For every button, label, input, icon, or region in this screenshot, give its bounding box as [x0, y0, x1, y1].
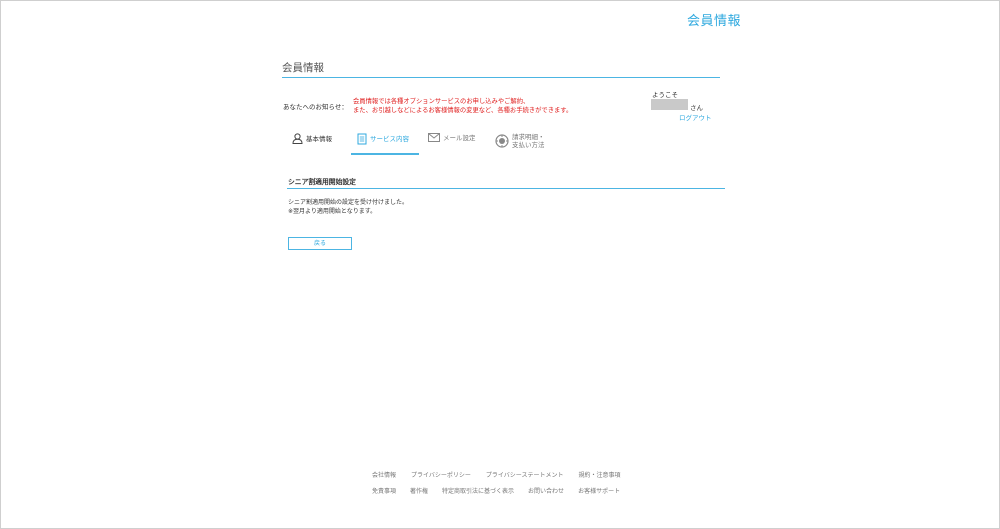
tab-basic-info[interactable]: 基本情報: [292, 133, 332, 144]
footer-links-row-2: 免責事項 著作権 特定商取引法に基づく表示 お問い合わせ お客様サポート: [372, 486, 620, 495]
notice-line-1: 会員情報では各種オプションサービスのお申し込みやご解約、: [353, 98, 530, 105]
header-title: 会員情報: [687, 14, 742, 29]
footer-link-commerce-law[interactable]: 特定商取引法に基づく表示: [442, 486, 514, 495]
section-divider: [287, 188, 725, 189]
honorific-suffix: さん: [690, 104, 703, 112]
page-frame: 会員情報 会員情報 あなたへのお知らせ： 会員情報では各種オプションサービスのお…: [0, 0, 1000, 529]
person-icon: [292, 133, 303, 144]
tab-billing[interactable]: 請求明細・ 支払い方法: [495, 133, 545, 149]
result-message-line-1: シニア割適用開始の設定を受け付けました。: [288, 199, 409, 206]
footer-link-contact[interactable]: お問い合わせ: [528, 486, 564, 495]
billing-icon: [495, 134, 509, 148]
tab-billing-label-line-1: 請求明細・: [512, 133, 545, 141]
footer-link-terms[interactable]: 規約・注意事項: [579, 470, 621, 479]
footer-link-privacy-policy[interactable]: プライバシーポリシー: [411, 470, 471, 479]
tab-billing-label: 請求明細・ 支払い方法: [512, 133, 545, 149]
footer-link-privacy-statement[interactable]: プライバシーステートメント: [486, 470, 564, 479]
tab-mail-settings[interactable]: メール設定: [428, 133, 476, 142]
tab-billing-label-line-2: 支払い方法: [512, 141, 545, 149]
tab-mail-settings-label: メール設定: [443, 133, 476, 142]
tab-service-label: サービス内容: [370, 135, 409, 143]
result-message-line-2: ※翌月より適用開始となります。: [288, 208, 377, 215]
result-message: シニア割適用開始の設定を受け付けました。 ※翌月より適用開始となります。: [288, 198, 408, 216]
page-title: 会員情報: [282, 62, 324, 74]
tab-basic-info-label: 基本情報: [306, 134, 332, 143]
notice-line-2: また、お引越しなどによるお客様情報の変更など、各種お手続きができます。: [353, 107, 573, 114]
notice-text: 会員情報では各種オプションサービスのお申し込みやご解約、 また、お引越しなどによ…: [353, 97, 572, 115]
back-button[interactable]: 戻る: [288, 237, 352, 250]
envelope-icon: [428, 133, 440, 142]
document-icon: [357, 133, 367, 145]
logout-link[interactable]: ログアウト: [679, 112, 712, 122]
footer-link-support[interactable]: お客様サポート: [578, 486, 620, 495]
title-divider: [282, 77, 720, 78]
footer-link-copyright[interactable]: 著作権: [410, 486, 428, 495]
active-tab-underline: [351, 153, 419, 155]
section-title: シニア割適用開始設定: [288, 178, 356, 186]
footer-link-company[interactable]: 会社情報: [372, 470, 396, 479]
footer-links-row-1: 会社情報 プライバシーポリシー プライバシーステートメント 規約・注意事項: [372, 470, 621, 479]
tab-service[interactable]: サービス内容: [357, 133, 409, 145]
welcome-text: ようこそ: [652, 91, 678, 99]
footer-link-disclaimer[interactable]: 免責事項: [372, 486, 396, 495]
username-redacted: [651, 99, 688, 110]
notice-label: あなたへのお知らせ：: [283, 103, 348, 111]
